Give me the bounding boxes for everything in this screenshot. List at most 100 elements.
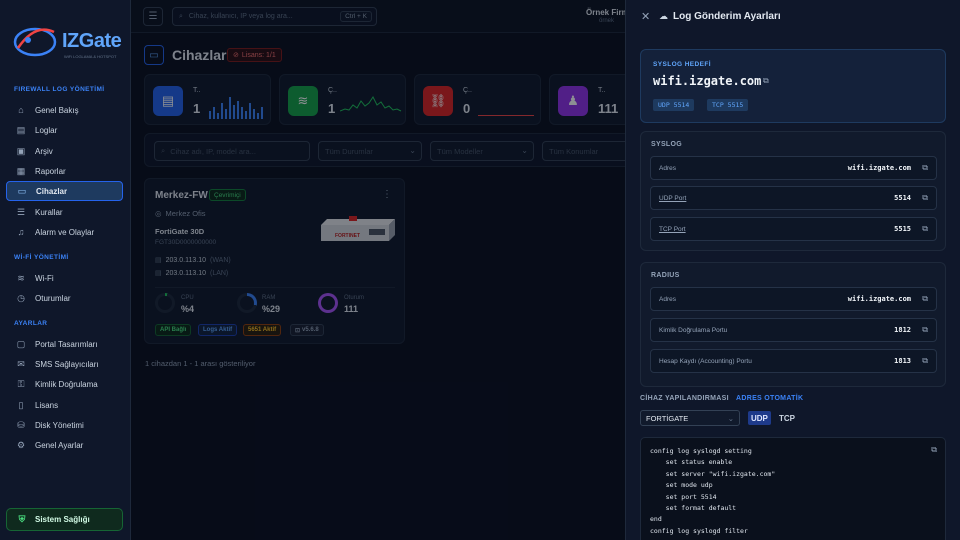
system-health-button[interactable]: ⛨ Sistem Sağlığı — [6, 508, 123, 531]
report-icon: ▦ — [16, 165, 26, 176]
section-firewall-title: FIREWALL LOG YÖNETİMİ — [14, 86, 105, 93]
bell-icon: ♫ — [17, 227, 25, 237]
sidebar-item-portal[interactable]: ▢ Portal Tasarımları — [6, 334, 123, 354]
config-title: CİHAZ YAPILANDIRMASI — [640, 395, 729, 402]
radius-address-row: Adres wifi.izgate.com ⧉ — [650, 287, 937, 311]
row-value: 1813 — [894, 357, 911, 365]
sidebar-item-label: Genel Ayarlar — [35, 440, 84, 450]
code-line: end — [650, 515, 662, 524]
copy-icon[interactable]: ⧉ — [922, 356, 928, 366]
brand-tagline: WiFi LOGLAMA & HOTSPOT — [64, 54, 117, 59]
copy-icon[interactable]: ⧉ — [922, 193, 928, 203]
copy-icon[interactable]: ⧉ — [922, 163, 928, 173]
close-icon[interactable]: ✕ — [641, 10, 650, 23]
sidebar-item-label: Genel Bakış — [35, 105, 79, 115]
sidebar-item-label: Loglar — [35, 125, 58, 135]
vendor-value: FORTİGATE — [646, 413, 689, 423]
copy-icon[interactable]: ⧉ — [922, 325, 928, 335]
copy-icon[interactable]: ⧉ — [931, 445, 937, 455]
clock-icon: ◷ — [17, 292, 25, 303]
row-value: wifi.izgate.com — [847, 164, 911, 172]
sidebar-item-rules[interactable]: ☰ Kurallar — [6, 202, 123, 222]
tcp-toggle[interactable]: TCP — [776, 411, 798, 425]
sidebar-item-label: Raporlar — [35, 166, 66, 176]
syslog-udp-row: UDP Port 5514 ⧉ — [650, 186, 937, 210]
section-wifi-title: Wİ-Fİ YÖNETİMİ — [14, 254, 69, 261]
sidebar-item-label: Oturumlar — [35, 293, 71, 303]
copy-icon[interactable]: ⧉ — [922, 224, 928, 234]
udp-toggle[interactable]: UDP — [748, 411, 771, 425]
config-auto-label: ADRES OTOMATİK — [736, 395, 804, 402]
sidebar-item-devices[interactable]: ▭ Cihazlar — [6, 181, 123, 201]
sidebar-item-logs[interactable]: ▤ Loglar — [6, 120, 123, 140]
sidebar-item-disk[interactable]: ⛁ Disk Yönetimi — [6, 415, 123, 435]
cloud-upload-icon: ☁ — [659, 11, 668, 21]
syslog-section: SYSLOG Adres wifi.izgate.com ⧉ UDP Port 551… — [640, 131, 946, 251]
sidebar-item-license[interactable]: ▯ Lisans — [6, 395, 123, 415]
row-value: 1812 — [894, 326, 911, 334]
log-forwarding-panel: ✕ ☁ Log Gönderim Ayarları SYSLOG HEDEFİ … — [625, 0, 960, 540]
archive-icon: ▣ — [16, 145, 26, 156]
config-code-block: ⧉ config log syslogd setting set status … — [640, 437, 946, 540]
copy-icon[interactable]: ⧉ — [922, 294, 928, 304]
license-icon: ▯ — [18, 399, 24, 410]
code-line: set port 5514 — [650, 492, 717, 501]
code-line: set mode udp — [650, 481, 713, 490]
row-label[interactable]: TCP Port — [659, 226, 686, 233]
panel-title: Log Gönderim Ayarları — [673, 11, 781, 22]
syslog-tcp-row: TCP Port 5515 ⧉ — [650, 217, 937, 241]
sidebar-item-sessions[interactable]: ◷ Oturumlar — [6, 288, 123, 308]
sms-icon: ✉ — [17, 358, 25, 369]
cloud-logo-icon — [13, 27, 57, 57]
code-line: config log syslogd setting — [650, 447, 752, 455]
sidebar-item-reports[interactable]: ▦ Raporlar — [6, 161, 123, 181]
home-icon: ⌂ — [18, 105, 24, 115]
row-value: 5515 — [894, 225, 911, 233]
sidebar-item-label: Disk Yönetimi — [35, 420, 84, 430]
sidebar-item-archive[interactable]: ▣ Arşiv — [6, 141, 123, 161]
wifi-icon: ≋ — [17, 272, 25, 283]
syslog-target-card: SYSLOG HEDEFİ wifi.izgate.com ⧉ UDP 5514… — [640, 49, 946, 123]
copy-icon[interactable]: ⧉ — [763, 76, 769, 86]
sidebar-item-overview[interactable]: ⌂ Genel Bakış — [6, 100, 123, 120]
brand-logo[interactable]: IZGate WiFi LOGLAMA & HOTSPOT — [12, 12, 122, 62]
key-icon: ⚿ — [17, 378, 25, 389]
sidebar-item-label: Kurallar — [35, 207, 63, 217]
tcp-port-chip: TCP 5515 — [707, 99, 749, 111]
code-line: config log syslogd filter — [650, 526, 748, 535]
row-label: Kimlik Doğrulama Portu — [659, 327, 728, 334]
row-label: Adres — [659, 165, 676, 172]
sidebar-item-label: Alarm ve Olaylar — [35, 227, 95, 237]
sidebar-item-label: Wi-Fi — [35, 273, 54, 283]
sidebar-item-label: Kimlik Doğrulama — [35, 379, 98, 389]
vendor-select[interactable]: FORTİGATE ⌄ — [640, 410, 740, 426]
sidebar-item-alarms[interactable]: ♫ Alarm ve Olaylar — [6, 222, 123, 242]
syslog-target-host: wifi.izgate.com — [653, 74, 762, 88]
sidebar-item-auth[interactable]: ⚿ Kimlik Doğrulama — [6, 374, 123, 394]
syslog-target-label: SYSLOG HEDEFİ — [653, 61, 711, 68]
disk-icon: ⛁ — [17, 419, 25, 430]
syslog-address-row: Adres wifi.izgate.com ⧉ — [650, 156, 937, 180]
row-label[interactable]: UDP Port — [659, 195, 686, 202]
brand-name: IZGate — [62, 30, 122, 52]
sidebar-item-sms[interactable]: ✉ SMS Sağlayıcıları — [6, 354, 123, 374]
sidebar: IZGate WiFi LOGLAMA & HOTSPOT FIREWALL L… — [0, 0, 131, 540]
sidebar-item-label: Lisans — [35, 400, 59, 410]
sidebar-item-label: Portal Tasarımları — [35, 339, 98, 349]
code-line: set format default — [650, 503, 737, 512]
gear-icon: ⚙ — [16, 439, 26, 450]
radius-auth-port-row: Kimlik Doğrulama Portu 1812 ⧉ — [650, 318, 937, 342]
code-line: set status enable — [650, 458, 733, 467]
document-icon: ▤ — [16, 124, 26, 135]
rules-icon: ☰ — [16, 206, 26, 217]
sidebar-item-wifi[interactable]: ≋ Wi-Fi — [6, 268, 123, 288]
radius-section-title: RADIUS — [651, 272, 680, 279]
radius-acct-port-row: Hesap Kaydı (Accounting) Portu 1813 ⧉ — [650, 349, 937, 373]
row-label: Adres — [659, 296, 676, 303]
sidebar-item-general-settings[interactable]: ⚙ Genel Ayarlar — [6, 435, 123, 455]
udp-port-chip: UDP 5514 — [653, 99, 695, 111]
monitor-icon: ▭ — [17, 185, 27, 196]
portal-icon: ▢ — [16, 338, 26, 349]
sidebar-item-label: Arşiv — [35, 146, 53, 156]
section-settings-title: AYARLAR — [14, 320, 48, 327]
